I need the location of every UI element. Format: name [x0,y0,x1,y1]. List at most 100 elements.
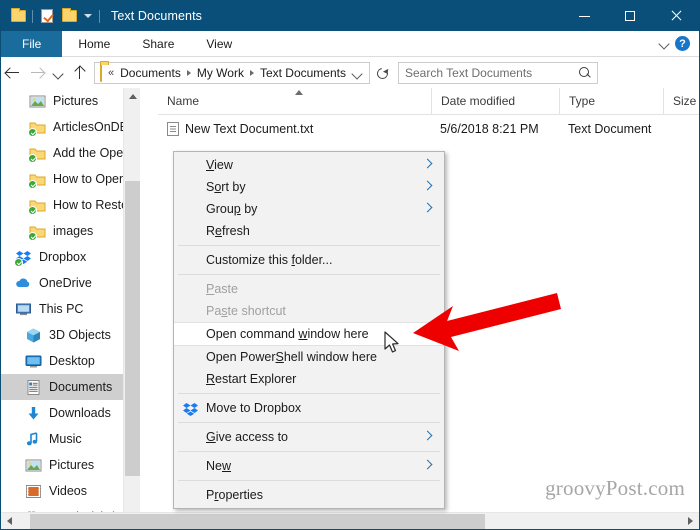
breadcrumb[interactable]: « Documents My Work Text Documents [94,62,370,84]
menu-separator [178,422,440,423]
menu-item-move-to-dropbox[interactable]: Move to Dropbox [174,397,444,419]
menu-item-refresh[interactable]: Refresh [174,220,444,242]
breadcrumb-my-work[interactable]: My Work [195,66,246,80]
column-header-label: Date modified [441,94,516,108]
folder-icon [100,63,102,82]
sidebar-item-pictures[interactable]: Pictures [1,88,140,114]
new-folder-icon[interactable] [58,1,80,31]
table-row[interactable]: New Text Document.txt 5/6/2018 8:21 PM Tex… [158,115,699,143]
sidebar-item-videos[interactable]: Videos [1,478,140,504]
tab-home[interactable]: Home [62,31,126,57]
previous-locations-icon[interactable]: « [106,67,116,79]
menu-item-properties[interactable]: Properties [174,484,444,506]
menu-item-customize-this-folder[interactable]: Customize this folder... [174,249,444,271]
expand-ribbon-chevron-icon[interactable] [660,39,669,48]
navigation-pane: Pictures ArticlesOnDB Add the Open C How to… [1,88,140,529]
folder-icon [28,119,46,137]
address-dropdown-chevron-icon[interactable] [350,69,365,78]
sidebar-item-add-the-open-c[interactable]: Add the Open C [1,140,140,166]
ribbon-right-controls: ? [660,31,699,56]
forward-button [25,58,49,88]
column-header-label: Name [167,94,200,108]
desktop-icon [25,353,42,370]
menu-item-label: Move to Dropbox [206,401,302,415]
folder-icon[interactable] [7,1,29,31]
ribbon-tabs: File Home Share View ? [1,31,699,57]
column-header-date-modified[interactable]: Date modified [431,87,559,115]
menu-item-sort-by[interactable]: Sort by [174,176,444,198]
sidebar-item-desktop[interactable]: Desktop [1,348,140,374]
menu-item-label: Customize this folder... [206,253,333,267]
menu-item-open-command-window-here[interactable]: Open command window here [174,322,444,346]
menu-item-new[interactable]: New [174,455,444,477]
breadcrumb-separator-icon-2[interactable] [249,70,254,76]
menu-item-give-access-to[interactable]: Give access to [174,426,444,448]
sidebar-item-label: OneDrive [39,276,92,290]
tab-share[interactable]: Share [126,31,190,57]
breadcrumb-separator-icon[interactable] [186,70,191,76]
tab-view[interactable]: View [190,31,248,57]
menu-item-label: New [206,459,232,473]
sidebar-item-articlesondb[interactable]: ArticlesOnDB [1,114,140,140]
nav-scroll-up-button[interactable] [124,88,140,105]
menu-item-label: Open command window here [206,327,369,341]
hscroll-thumb[interactable] [30,513,485,529]
folder-icon [28,145,46,163]
back-button[interactable] [1,58,25,88]
nav-scroll-thumb[interactable] [125,181,140,476]
sidebar-item-dropbox[interactable]: Dropbox [1,244,140,270]
menu-item-restart-explorer[interactable]: Restart Explorer [174,368,444,390]
hscroll-left-button[interactable] [1,513,18,530]
videos-icon [25,483,42,500]
refresh-button[interactable] [370,58,394,88]
chevron-down-icon[interactable] [80,1,96,31]
column-header-type[interactable]: Type [559,87,663,115]
sidebar-item-onedrive[interactable]: OneDrive [1,270,140,296]
folder-icon [28,197,46,215]
sync-status-icon [14,257,23,267]
sidebar-item-documents[interactable]: Documents [1,374,140,400]
column-header-label: Size [673,94,697,108]
breadcrumb-documents[interactable]: Documents [118,66,183,80]
sidebar-item-how-to-open-a[interactable]: How to Open a ( [1,166,140,192]
cell-name[interactable]: New Text Document.txt [158,122,431,136]
menu-item-group-by[interactable]: Group by [174,198,444,220]
horizontal-scrollbar[interactable] [1,512,699,529]
sidebar-item-music[interactable]: Music [1,426,140,452]
document-properties-icon[interactable] [36,1,58,31]
minimize-button[interactable] [561,1,607,31]
menu-separator [178,451,440,452]
window-controls [561,1,699,31]
sidebar-item-label: Desktop [49,354,95,368]
quick-access-toolbar [1,1,103,31]
sidebar-item-downloads[interactable]: Downloads [1,400,140,426]
sidebar-item-pictures[interactable]: Pictures [1,452,140,478]
file-rows: New Text Document.txt 5/6/2018 8:21 PM Tex… [158,115,699,143]
close-button[interactable] [653,1,699,31]
watermark: groovyPost.com [545,476,685,500]
sidebar-item-how-to-restore-t[interactable]: How to Restore t [1,192,140,218]
hscroll-track[interactable] [18,513,682,530]
tab-file[interactable]: File [1,31,63,57]
menu-item-view[interactable]: View [174,154,444,176]
sidebar-item-this-pc[interactable]: This PC [1,296,140,322]
downloads-icon [25,405,42,422]
search-icon[interactable] [579,67,591,79]
recent-locations-chevron-icon[interactable] [49,58,67,88]
column-header-size[interactable]: Size [663,87,699,115]
sidebar-item-3d-objects[interactable]: 3D Objects [1,322,140,348]
up-button[interactable] [67,58,91,88]
folder-icon [28,171,46,189]
sidebar-item-label: Pictures [49,458,95,472]
help-icon[interactable]: ? [675,36,690,51]
menu-item-open-powershell-window-here[interactable]: Open PowerShell window here [174,346,444,368]
search-input[interactable]: Search Text Documents [398,62,598,84]
hscroll-right-button[interactable] [682,513,699,530]
sidebar-item-images[interactable]: images [1,218,140,244]
column-header-name[interactable]: Name [158,88,431,115]
menu-item-label: Open PowerShell window here [206,350,377,364]
context-menu[interactable]: View Sort by Group by Refresh Customize this… [173,151,445,509]
breadcrumb-text-documents[interactable]: Text Documents [258,66,348,80]
nav-scrollbar[interactable] [123,88,140,529]
maximize-button[interactable] [607,1,653,31]
